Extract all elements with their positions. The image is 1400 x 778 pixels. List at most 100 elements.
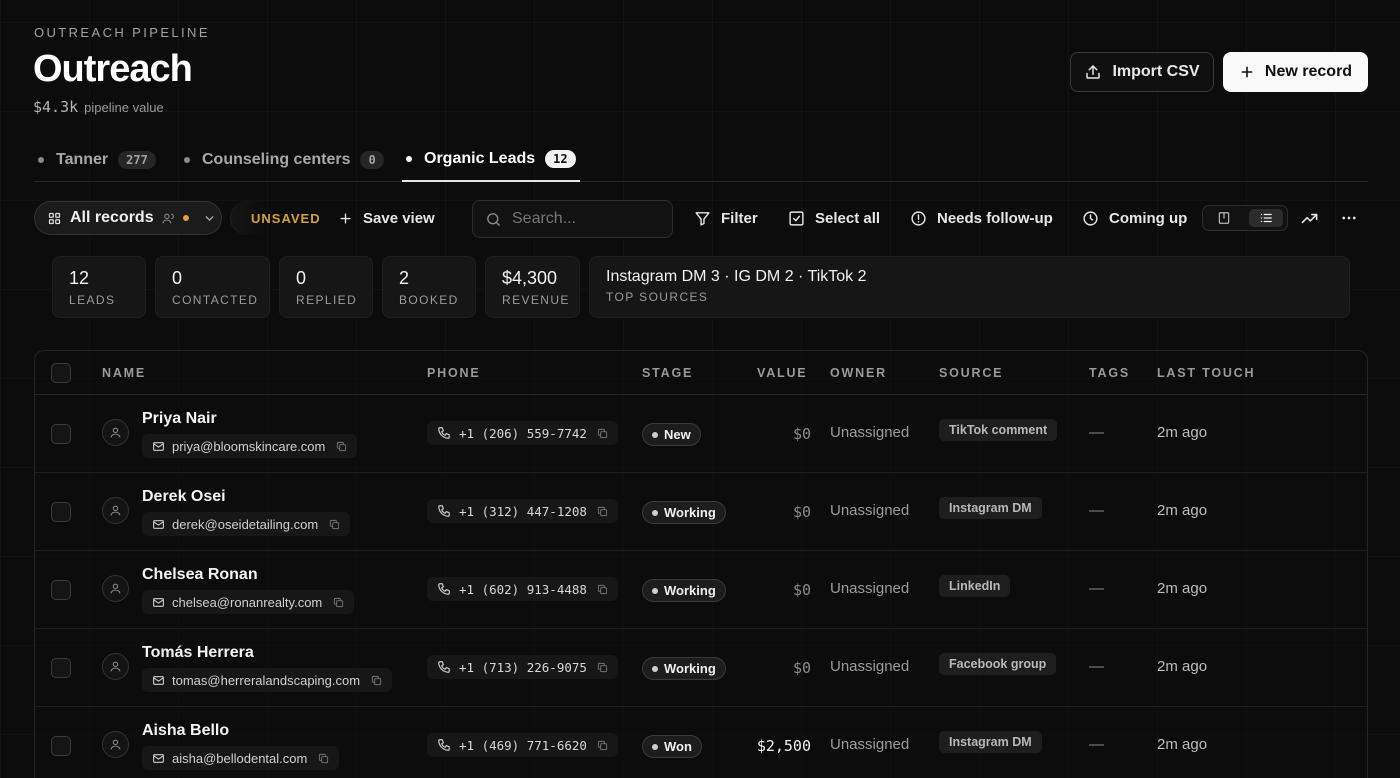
filter-button[interactable]: Filter — [694, 200, 758, 236]
import-csv-label: Import CSV — [1112, 63, 1200, 80]
table-row[interactable]: Priya Nair priya@bloomskincare.com +1 (206… — [35, 395, 1367, 473]
copy-icon[interactable] — [597, 428, 608, 439]
stat-label: LEADS — [69, 293, 116, 307]
list-view-icon[interactable] — [1249, 209, 1283, 227]
owner[interactable]: Unassigned — [830, 658, 909, 675]
search-input[interactable] — [512, 210, 662, 228]
tags: — — [1089, 424, 1104, 441]
copy-icon[interactable] — [329, 519, 340, 530]
column-header-tags[interactable]: TAGS — [1089, 351, 1130, 395]
contact-email[interactable]: chelsea@ronanrealty.com — [142, 590, 355, 614]
contact-name[interactable]: Chelsea Ronan — [142, 566, 258, 584]
page-title: Outreach — [33, 48, 193, 90]
stage-label: Working — [664, 661, 716, 676]
copy-icon[interactable] — [597, 506, 608, 517]
stage-badge[interactable]: Working — [642, 579, 726, 602]
filter-icon — [694, 210, 711, 227]
avatar — [102, 575, 129, 602]
view-selector[interactable]: All records — [34, 201, 222, 235]
more-options-icon[interactable] — [1340, 200, 1358, 236]
contact-phone[interactable]: +1 (469) 771-6620 — [427, 733, 618, 757]
column-header-stage[interactable]: STAGE — [642, 351, 693, 395]
contact-phone[interactable]: +1 (312) 447-1208 — [427, 499, 618, 523]
select-all-button[interactable]: Select all — [788, 200, 880, 236]
avatar — [102, 731, 129, 758]
contact-name[interactable]: Tomás Herrera — [142, 644, 254, 662]
row-checkbox[interactable] — [51, 424, 71, 444]
column-header-phone[interactable]: PHONE — [427, 351, 480, 395]
owner[interactable]: Unassigned — [830, 424, 909, 441]
table-row[interactable]: Derek Osei derek@oseidetailing.com +1 (312… — [35, 473, 1367, 551]
stage-badge[interactable]: Won — [642, 735, 702, 758]
column-header-last-touch[interactable]: LAST TOUCH — [1157, 351, 1255, 395]
stage-dot — [652, 509, 658, 516]
stage-dot — [652, 743, 658, 750]
tab-organic-leads[interactable]: Organic Leads 12 — [402, 138, 580, 182]
save-view-button[interactable]: Save view — [338, 200, 435, 236]
stat-value: 12 — [69, 268, 90, 288]
copy-icon[interactable] — [597, 584, 608, 595]
contact-phone[interactable]: +1 (206) 559-7742 — [427, 421, 618, 445]
copy-icon[interactable] — [336, 441, 347, 452]
phone-icon — [437, 660, 451, 674]
alert-circle-icon — [910, 210, 927, 227]
tab-label: Counseling centers — [202, 151, 351, 168]
search-field[interactable] — [472, 200, 673, 238]
stat-value: $4,300 — [502, 268, 558, 288]
import-csv-button[interactable]: Import CSV — [1070, 52, 1214, 92]
source-tag: TikTok comment — [939, 419, 1058, 441]
records-table: NAME PHONE STAGE VALUE OWNER SOURCE TAGS… — [34, 350, 1368, 778]
grid-icon — [47, 211, 62, 226]
needs-followup-button[interactable]: Needs follow-up — [910, 200, 1053, 236]
trend-icon[interactable] — [1300, 200, 1319, 236]
stage-badge[interactable]: New — [642, 423, 701, 446]
owner[interactable]: Unassigned — [830, 736, 909, 753]
board-view-icon[interactable] — [1207, 209, 1241, 227]
stage-badge[interactable]: Working — [642, 501, 726, 524]
tab-counseling-centers[interactable]: Counseling centers 0 — [184, 138, 384, 182]
stat-value: 2 — [399, 268, 410, 288]
column-header-source[interactable]: SOURCE — [939, 351, 1003, 395]
contact-phone[interactable]: +1 (713) 226-9075 — [427, 655, 618, 679]
row-checkbox[interactable] — [51, 502, 71, 522]
stat-value: 0 — [172, 268, 183, 288]
row-checkbox[interactable] — [51, 580, 71, 600]
mail-icon — [152, 440, 165, 453]
email-text: priya@bloomskincare.com — [172, 438, 326, 454]
copy-icon[interactable] — [318, 753, 329, 764]
deal-value: $0 — [792, 503, 811, 521]
stat-label: REPLIED — [296, 293, 358, 307]
stage-badge[interactable]: Working — [642, 657, 726, 680]
email-text: tomas@herreralandscaping.com — [172, 672, 361, 688]
contact-email[interactable]: aisha@bellodental.com — [142, 746, 340, 770]
table-row[interactable]: Aisha Bello aisha@bellodental.com +1 (469)… — [35, 707, 1367, 778]
row-checkbox[interactable] — [51, 736, 71, 756]
contact-email[interactable]: tomas@herreralandscaping.com — [142, 668, 393, 692]
table-row[interactable]: Chelsea Ronan chelsea@ronanrealty.com +1 (… — [35, 551, 1367, 629]
copy-icon[interactable] — [597, 740, 608, 751]
contact-email[interactable]: priya@bloomskincare.com — [142, 434, 358, 458]
column-header-value[interactable]: VALUE — [757, 351, 807, 395]
contact-name[interactable]: Aisha Bello — [142, 722, 229, 740]
table-row[interactable]: Tomás Herrera tomas@herreralandscaping.co… — [35, 629, 1367, 707]
contact-name[interactable]: Derek Osei — [142, 488, 226, 506]
stage-dot — [652, 587, 658, 594]
select-all-checkbox[interactable] — [51, 363, 71, 383]
coming-up-button[interactable]: Coming up — [1082, 200, 1187, 236]
pipeline-amount: $4.3k — [33, 98, 79, 116]
copy-icon[interactable] — [597, 662, 608, 673]
copy-icon[interactable] — [333, 597, 344, 608]
contact-name[interactable]: Priya Nair — [142, 410, 217, 428]
new-record-button[interactable]: New record — [1223, 52, 1368, 92]
column-header-owner[interactable]: OWNER — [830, 351, 887, 395]
column-header-name[interactable]: NAME — [102, 351, 146, 395]
owner[interactable]: Unassigned — [830, 502, 909, 519]
owner[interactable]: Unassigned — [830, 580, 909, 597]
copy-icon[interactable] — [371, 675, 382, 686]
avatar — [102, 497, 129, 524]
contact-email[interactable]: derek@oseidetailing.com — [142, 512, 351, 536]
contact-phone[interactable]: +1 (602) 913-4488 — [427, 577, 618, 601]
avatar — [102, 653, 129, 680]
tab-tanner[interactable]: Tanner 277 — [38, 138, 156, 182]
row-checkbox[interactable] — [51, 658, 71, 678]
